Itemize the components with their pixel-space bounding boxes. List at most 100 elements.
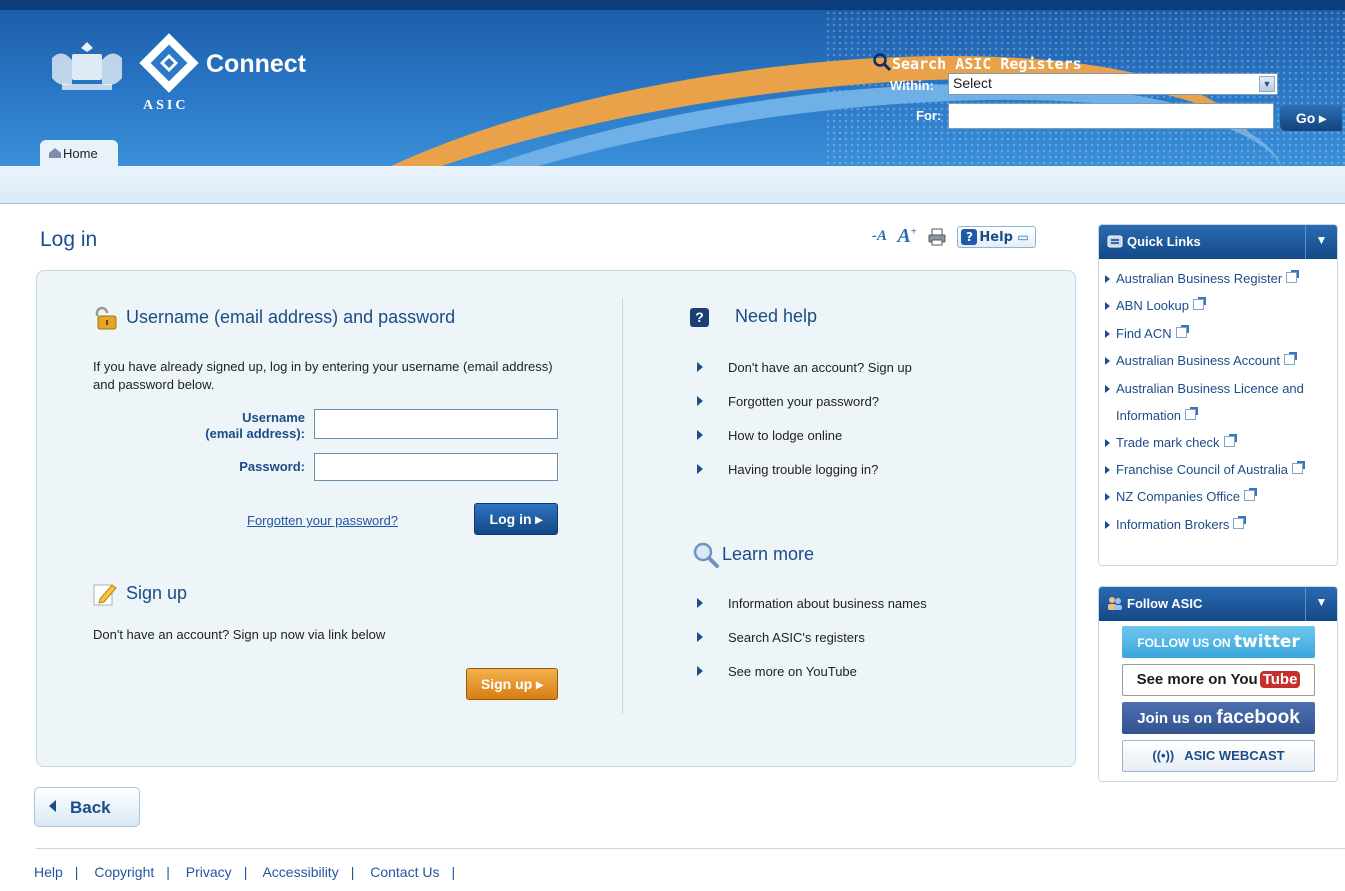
increase-text-size-icon[interactable]: A+ <box>897 225 916 248</box>
external-link-icon <box>1291 461 1305 475</box>
password-label: Password: <box>239 459 305 474</box>
list-item[interactable]: Forgotten your password? <box>697 394 912 428</box>
facebook-button[interactable]: Join us on facebook <box>1122 702 1315 734</box>
need-help-list: Don't have an account? Sign up Forgotten… <box>697 360 912 496</box>
arrow-right-icon <box>697 396 703 406</box>
arrow-right-icon <box>697 464 703 474</box>
pencil-note-icon <box>93 584 117 606</box>
tab-home[interactable]: Home <box>40 140 118 166</box>
brand-connect: Connect <box>206 50 306 78</box>
quick-link-item[interactable]: Australian Business Licence and Informat… <box>1105 375 1333 429</box>
arrow-left-icon <box>49 800 56 812</box>
follow-asic-header: Follow ASIC ▼ <box>1099 587 1337 621</box>
broadcast-icon: ((•)) <box>1152 748 1175 763</box>
list-item[interactable]: Information about business names <box>697 596 927 630</box>
arrow-right-icon <box>1105 275 1110 283</box>
quick-link-item[interactable]: Find ACN <box>1105 320 1333 347</box>
page-title: Log in <box>40 228 98 251</box>
back-button[interactable]: Back <box>34 787 140 827</box>
arrow-right-icon <box>1105 438 1110 447</box>
column-divider <box>622 298 623 714</box>
external-link-icon <box>1175 324 1189 338</box>
arrow-right-icon <box>1105 493 1110 502</box>
links-icon <box>1107 235 1123 248</box>
coat-of-arms-icon <box>52 42 122 90</box>
arrow-right-icon <box>697 666 703 676</box>
external-link-icon <box>1284 352 1298 366</box>
login-button[interactable]: Log in ▸ <box>474 503 558 535</box>
within-select[interactable]: Select ▼ <box>948 73 1278 95</box>
twitter-button[interactable]: FOLLOW US ON twitter <box>1122 626 1315 658</box>
external-link-icon <box>1233 515 1247 529</box>
footer-link-privacy[interactable]: Privacy <box>186 864 232 880</box>
external-link-icon <box>1244 488 1258 502</box>
webcast-button[interactable]: ((•)) ASIC WEBCAST <box>1122 740 1315 772</box>
footer-link-copyright[interactable]: Copyright <box>94 864 154 880</box>
external-link-icon <box>1286 270 1300 283</box>
list-item[interactable]: Having trouble logging in? <box>697 462 912 496</box>
list-item[interactable]: See more on YouTube <box>697 664 927 698</box>
signup-button[interactable]: Sign up ▸ <box>466 668 558 700</box>
tab-home-label: Home <box>63 146 98 161</box>
signup-text: Don't have an account? Sign up now via l… <box>93 627 386 642</box>
magnifier-icon <box>693 542 719 568</box>
arrow-right-icon <box>697 598 703 608</box>
quick-links-list: Australian Business Register ABN Lookup … <box>1099 259 1337 544</box>
within-label: Within: <box>890 78 934 93</box>
learn-more-list: Information about business names Search … <box>697 596 927 698</box>
external-link-icon <box>1193 297 1206 311</box>
quick-link-item[interactable]: Australian Business Account <box>1105 347 1333 374</box>
popup-icon: ▭ <box>1017 229 1029 244</box>
arrow-right-icon <box>1105 384 1110 393</box>
site-header: Connect ASIC Home Search ASIC Registers … <box>0 10 1345 166</box>
quick-link-item[interactable]: Information Brokers <box>1105 511 1333 538</box>
footer-link-contact[interactable]: Contact Us <box>370 864 439 880</box>
username-label: Username (email address): <box>205 410 305 441</box>
quick-link-item[interactable]: Australian Business Register <box>1105 265 1333 292</box>
quick-link-item[interactable]: Franchise Council of Australia <box>1105 456 1333 483</box>
username-input[interactable] <box>314 409 558 439</box>
quick-link-item[interactable]: Trade mark check <box>1105 429 1333 456</box>
forgot-password-link[interactable]: Forgotten your password? <box>247 513 398 528</box>
search-registers-title: Search ASIC Registers <box>872 52 1082 73</box>
footer-links: Help | Copyright | Privacy | Accessibility |… <box>34 864 456 880</box>
sub-navigation-bar <box>0 166 1345 204</box>
youtube-button[interactable]: See more on You Tube <box>1122 664 1315 696</box>
arrow-right-icon <box>1105 357 1110 366</box>
brand-asic: ASIC <box>143 98 189 113</box>
login-heading: Username (email address) and password <box>92 306 455 330</box>
footer-link-help[interactable]: Help <box>34 864 63 880</box>
within-select-value: Select <box>953 75 992 91</box>
go-button[interactable]: Go ▸ <box>1280 105 1342 131</box>
quick-link-item[interactable]: NZ Companies Office <box>1105 483 1333 510</box>
search-icon <box>873 53 892 72</box>
for-label: For: <box>916 108 942 123</box>
arrow-right-icon <box>1105 302 1110 311</box>
footer-divider <box>36 848 1345 849</box>
quick-link-item[interactable]: ABN Lookup <box>1105 292 1333 319</box>
chevron-down-icon[interactable]: ▼ <box>1305 587 1337 621</box>
arrow-right-icon <box>697 430 703 440</box>
signup-heading: Sign up <box>92 581 187 607</box>
list-item[interactable]: How to lodge online <box>697 428 912 462</box>
quick-links-header: Quick Links ▼ <box>1099 225 1337 259</box>
chevron-down-icon[interactable]: ▼ <box>1305 225 1337 259</box>
print-icon[interactable] <box>927 227 947 247</box>
list-item[interactable]: Don't have an account? Sign up <box>697 360 912 394</box>
top-strip <box>0 0 1345 10</box>
quick-links-panel: Quick Links ▼ Australian Business Regist… <box>1098 224 1338 566</box>
chevron-down-icon[interactable]: ▼ <box>1259 76 1275 92</box>
password-input[interactable] <box>314 453 558 481</box>
arrow-right-icon <box>697 632 703 642</box>
search-for-input[interactable] <box>948 103 1274 129</box>
help-icon: ? <box>961 228 978 245</box>
list-item[interactable]: Search ASIC's registers <box>697 630 927 664</box>
footer-link-accessibility[interactable]: Accessibility <box>262 864 338 880</box>
arrow-right-icon <box>1105 329 1110 338</box>
decrease-text-size-icon[interactable]: -A <box>872 228 887 245</box>
help-button[interactable]: ? Help ▭ <box>957 225 1036 248</box>
asic-logo-icon <box>139 33 199 93</box>
people-icon <box>1108 597 1122 610</box>
need-help-heading: ? Need help <box>690 306 817 327</box>
page-tools: -A A+ ? Help ▭ <box>872 225 1036 251</box>
